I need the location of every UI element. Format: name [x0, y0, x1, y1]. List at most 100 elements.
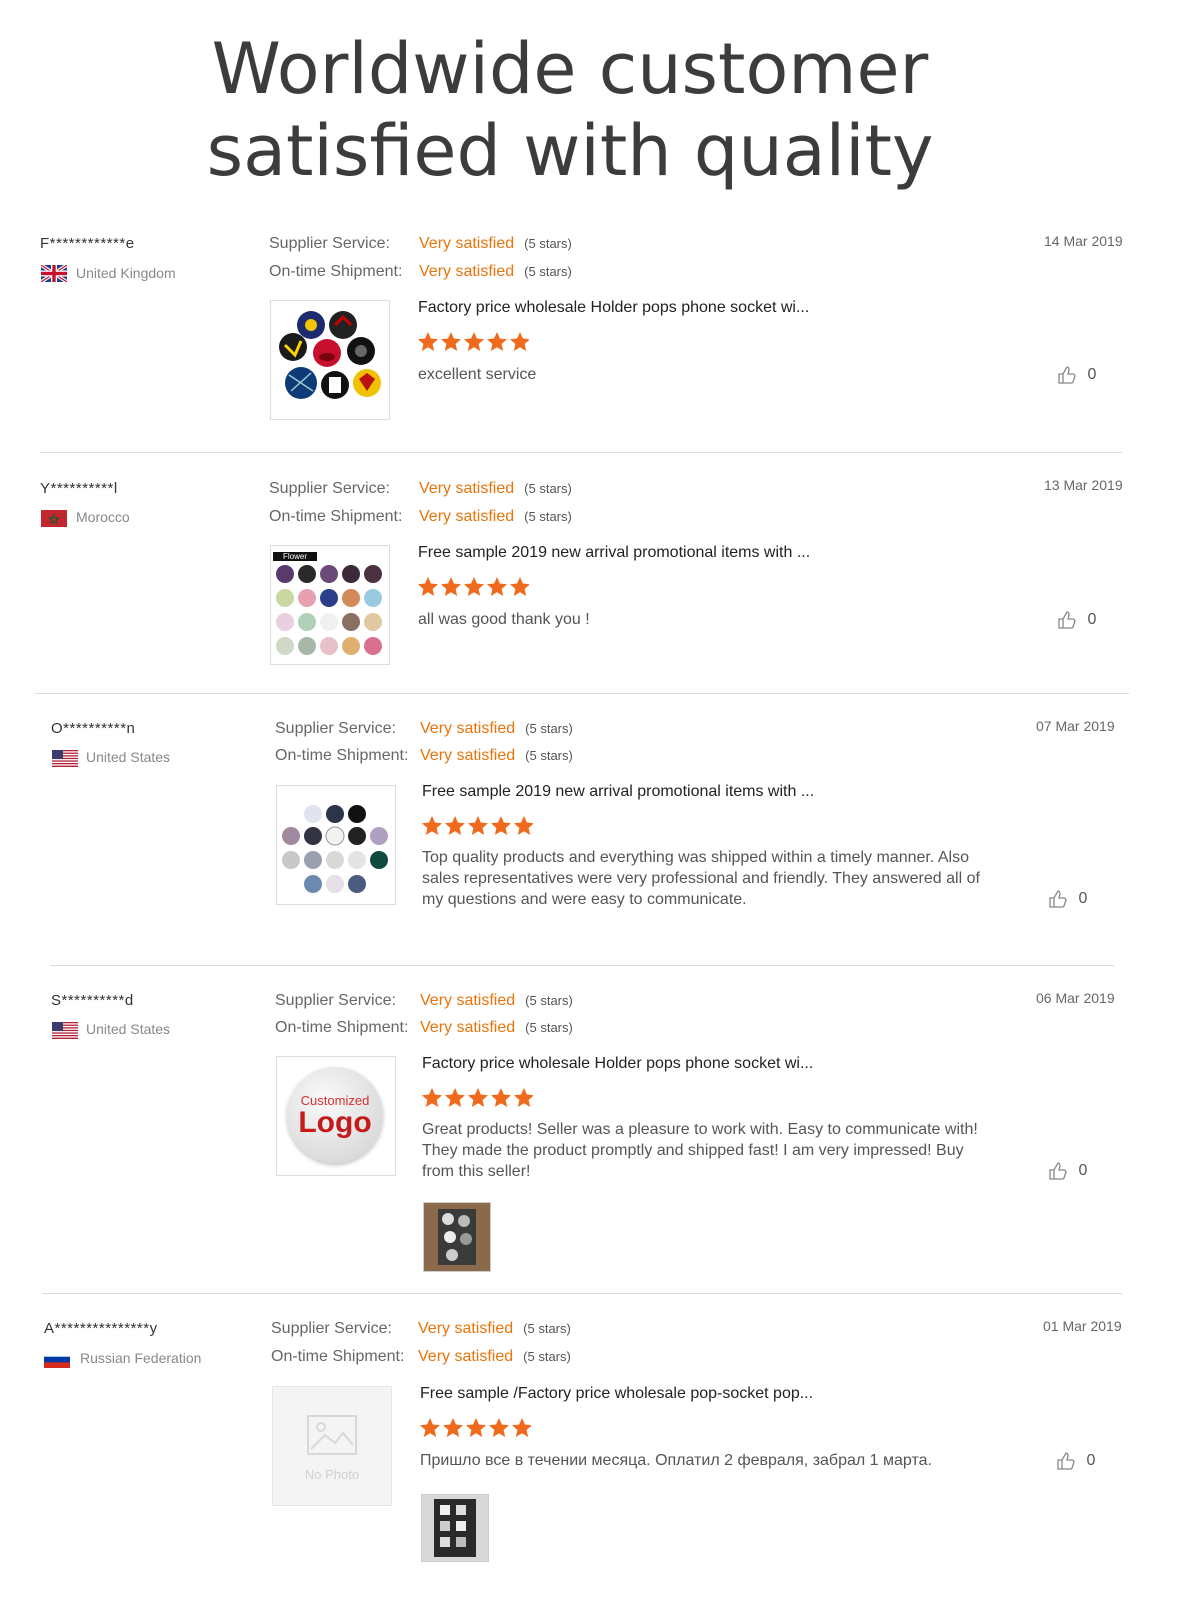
supplier-service-row: Supplier Service: Very satisfied (5 stars): [269, 235, 572, 253]
product-title[interactable]: Free sample 2019 new arrival promotional…: [422, 783, 814, 801]
five-star-rating: [420, 1418, 531, 1437]
supplier-service-label: Supplier Service:: [271, 1320, 392, 1337]
like-count: 0: [1078, 1162, 1088, 1180]
supplier-service-value: Very satisfied: [419, 235, 515, 252]
star-icons: [418, 332, 529, 351]
reviewer-name: O**********n: [51, 720, 136, 737]
review-date: 14 Mar 2019: [1044, 233, 1123, 249]
stars-count: (5 stars): [524, 236, 572, 251]
ontime-shipment-label: On-time Shipment:: [275, 747, 409, 764]
supplier-service-label: Supplier Service:: [269, 480, 390, 497]
stars-count: (5 stars): [525, 748, 573, 763]
review-divider: [35, 693, 1129, 694]
like-count: 0: [1087, 611, 1097, 629]
like-button[interactable]: 0: [1048, 1161, 1087, 1181]
reviewer-country: Russian Federation: [80, 1350, 202, 1366]
product-title[interactable]: Free sample 2019 new arrival promotional…: [418, 544, 810, 562]
page-headline: Worldwide customer satisfied with qualit…: [0, 28, 1140, 192]
supplier-service-value: Very satisfied: [420, 992, 516, 1009]
star-icons: [420, 1418, 531, 1437]
five-star-rating: [422, 816, 533, 835]
review-photo[interactable]: [421, 1494, 489, 1562]
headline-line-1: Worldwide customer: [211, 28, 929, 110]
ontime-shipment-row: On-time Shipment: Very satisfied (5 stars): [271, 1348, 571, 1366]
reviewer-name: F************e: [40, 235, 135, 252]
reviewer-country: United States: [86, 1021, 171, 1037]
reviewer-name: Y**********l: [40, 480, 118, 497]
review-comment: Top quality products and everything was …: [422, 849, 980, 908]
ontime-shipment-row: On-time Shipment: Very satisfied (5 stars): [275, 1019, 573, 1037]
ontime-shipment-value: Very satisfied: [420, 1019, 516, 1036]
like-button[interactable]: 0: [1048, 889, 1087, 909]
stars-count: (5 stars): [525, 1020, 573, 1035]
review-comment: all was good thank you !: [418, 611, 590, 628]
thumbs-up-icon: [1057, 1452, 1075, 1470]
reviewer-name: S**********d: [51, 992, 134, 1009]
customized-logo-image: Customized Logo: [287, 1067, 383, 1163]
supplier-service-row: Supplier Service: Very satisfied (5 stars): [275, 720, 573, 738]
supplier-service-row: Supplier Service: Very satisfied (5 stars): [271, 1320, 571, 1338]
five-star-rating: [422, 1088, 533, 1107]
supplier-service-row: Supplier Service: Very satisfied (5 stars): [269, 480, 572, 498]
like-button[interactable]: 0: [1056, 1451, 1095, 1471]
review-photo[interactable]: [423, 1202, 491, 1272]
product-thumbnail-no-photo[interactable]: No Photo: [272, 1386, 392, 1506]
flower-pop-sockets-image: [276, 565, 382, 655]
stars-count: (5 stars): [523, 1349, 571, 1364]
star-icons: [418, 577, 529, 596]
review-date: 13 Mar 2019: [1044, 477, 1123, 493]
review-date: 01 Mar 2019: [1043, 1318, 1122, 1334]
no-photo-label: No Photo: [304, 1467, 360, 1482]
uk-flag-icon: [41, 265, 67, 282]
packaged-product-photo: [424, 1203, 490, 1271]
stars-count: (5 stars): [524, 509, 572, 524]
like-count: 0: [1086, 1452, 1096, 1470]
stars-count: (5 stars): [523, 1321, 571, 1336]
supplier-service-row: Supplier Service: Very satisfied (5 stars): [275, 992, 573, 1010]
stars-count: (5 stars): [525, 993, 573, 1008]
stars-count: (5 stars): [524, 264, 572, 279]
five-star-rating: [418, 577, 529, 596]
review-divider: [42, 1293, 1122, 1294]
ontime-shipment-row: On-time Shipment: Very satisfied (5 stars): [275, 747, 573, 765]
ontime-shipment-value: Very satisfied: [419, 508, 515, 525]
star-icons: [422, 1088, 533, 1107]
product-thumbnail[interactable]: Flower: [270, 545, 390, 665]
supplier-service-value: Very satisfied: [419, 480, 515, 497]
product-title[interactable]: Factory price wholesale Holder pops phon…: [418, 299, 809, 317]
review-divider: [40, 452, 1122, 453]
image-placeholder-icon: [307, 1415, 357, 1455]
supplier-service-label: Supplier Service:: [275, 992, 396, 1009]
product-photo: [422, 1495, 488, 1561]
like-button[interactable]: 0: [1057, 610, 1096, 630]
ontime-shipment-label: On-time Shipment:: [275, 1019, 409, 1036]
thumbs-up-icon: [1049, 890, 1067, 908]
ontime-shipment-row: On-time Shipment: Very satisfied (5 stars): [269, 508, 572, 526]
supplier-service-value: Very satisfied: [420, 720, 516, 737]
ontime-shipment-value: Very satisfied: [420, 747, 516, 764]
thumbs-up-icon: [1049, 1162, 1067, 1180]
review-comment: excellent service: [418, 366, 537, 383]
us-flag-icon: [52, 1022, 78, 1039]
reviewer-country: Morocco: [76, 509, 130, 525]
like-button[interactable]: 0: [1057, 365, 1096, 385]
product-thumbnail[interactable]: [270, 300, 390, 420]
thumbs-up-icon: [1058, 611, 1076, 629]
review-date: 06 Mar 2019: [1036, 990, 1115, 1006]
like-count: 0: [1078, 890, 1088, 908]
product-thumbnail[interactable]: Customized Logo: [276, 1056, 396, 1176]
review-comment: Great products! Seller was a pleasure to…: [422, 1121, 978, 1180]
reviewer-name: A***************y: [44, 1320, 158, 1337]
ontime-shipment-label: On-time Shipment:: [271, 1348, 405, 1365]
marble-pop-sockets-image: [282, 805, 388, 893]
product-title[interactable]: Factory price wholesale Holder pops phon…: [422, 1055, 813, 1073]
product-thumbnail[interactable]: [276, 785, 396, 905]
russia-flag-icon: [44, 1351, 70, 1368]
ontime-shipment-row: On-time Shipment: Very satisfied (5 stars): [269, 263, 572, 281]
pop-sockets-image: [279, 311, 381, 399]
review-date: 07 Mar 2019: [1036, 718, 1115, 734]
product-title[interactable]: Free sample /Factory price wholesale pop…: [420, 1385, 813, 1403]
us-flag-icon: [52, 750, 78, 767]
supplier-service-label: Supplier Service:: [269, 235, 390, 252]
ontime-shipment-label: On-time Shipment:: [269, 508, 403, 525]
